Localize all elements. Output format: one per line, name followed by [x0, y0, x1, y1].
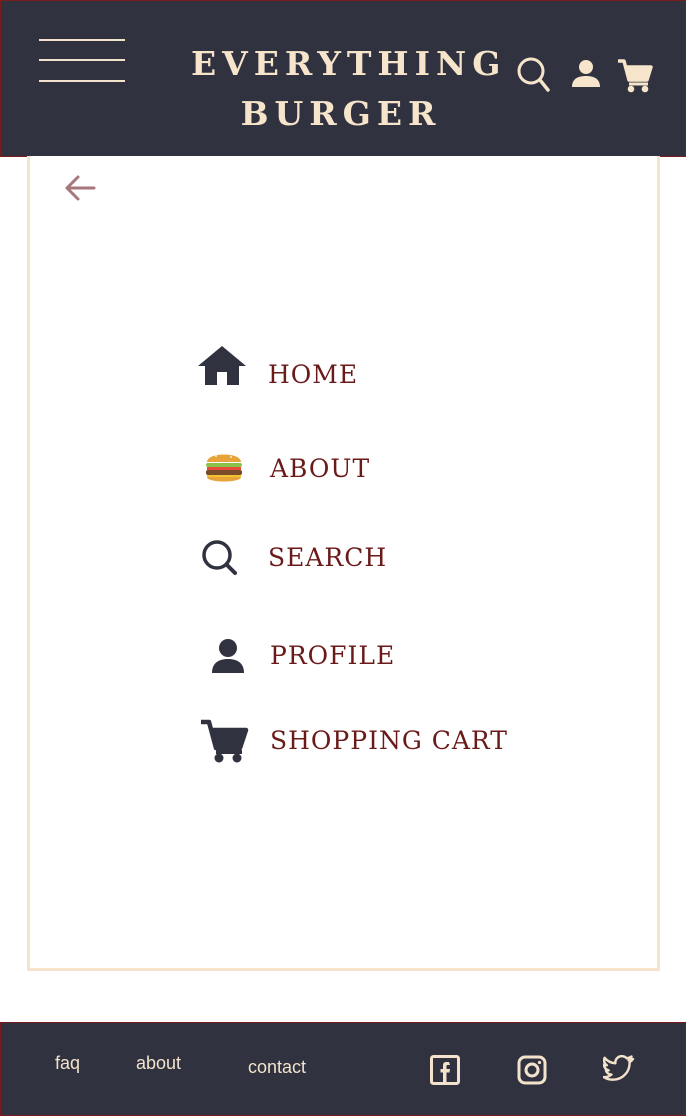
hamburger-line: [39, 39, 125, 41]
site-footer: faq about contact: [0, 1022, 686, 1116]
nav-item-home[interactable]: HOME: [196, 344, 366, 392]
nav-item-shopping-cart[interactable]: SHOPPING CART: [196, 718, 507, 764]
home-icon: [198, 346, 246, 385]
search-icon: [202, 540, 237, 575]
footer-link-faq[interactable]: faq: [55, 1053, 80, 1074]
instagram-icon[interactable]: [517, 1055, 547, 1085]
footer-link-about[interactable]: about: [136, 1053, 181, 1074]
cart-icon: [201, 719, 249, 763]
nav-item-profile[interactable]: PROFILE: [196, 636, 396, 676]
nav-item-label: PROFILE: [270, 641, 396, 670]
nav-item-label: ABOUT: [270, 454, 371, 483]
brand-line-2: BURGER: [240, 94, 442, 133]
nav-item-label: SEARCH: [268, 543, 388, 572]
nav-item-label: HOME: [268, 360, 359, 389]
burger-icon: [206, 453, 242, 482]
hamburger-menu-icon[interactable]: [39, 37, 125, 85]
footer-link-contact[interactable]: contact: [248, 1057, 306, 1078]
nav-item-search[interactable]: SEARCH: [196, 538, 386, 578]
brand-line-1: EVERYTHING: [191, 44, 507, 83]
search-icon[interactable]: [517, 57, 551, 93]
user-icon[interactable]: [571, 59, 601, 89]
twitter-icon[interactable]: [603, 1055, 635, 1083]
arrow-left-icon[interactable]: [64, 174, 96, 202]
hamburger-line: [39, 59, 125, 61]
nav-item-about[interactable]: ABOUT: [196, 448, 376, 488]
facebook-icon[interactable]: [430, 1055, 460, 1085]
cart-icon[interactable]: [617, 58, 653, 94]
hamburger-line: [39, 80, 125, 82]
user-icon: [212, 639, 244, 673]
site-header: EVERYTHING BURGER: [0, 0, 686, 157]
site-logo[interactable]: EVERYTHING BURGER: [191, 39, 507, 139]
nav-item-label: SHOPPING CART: [270, 726, 508, 755]
